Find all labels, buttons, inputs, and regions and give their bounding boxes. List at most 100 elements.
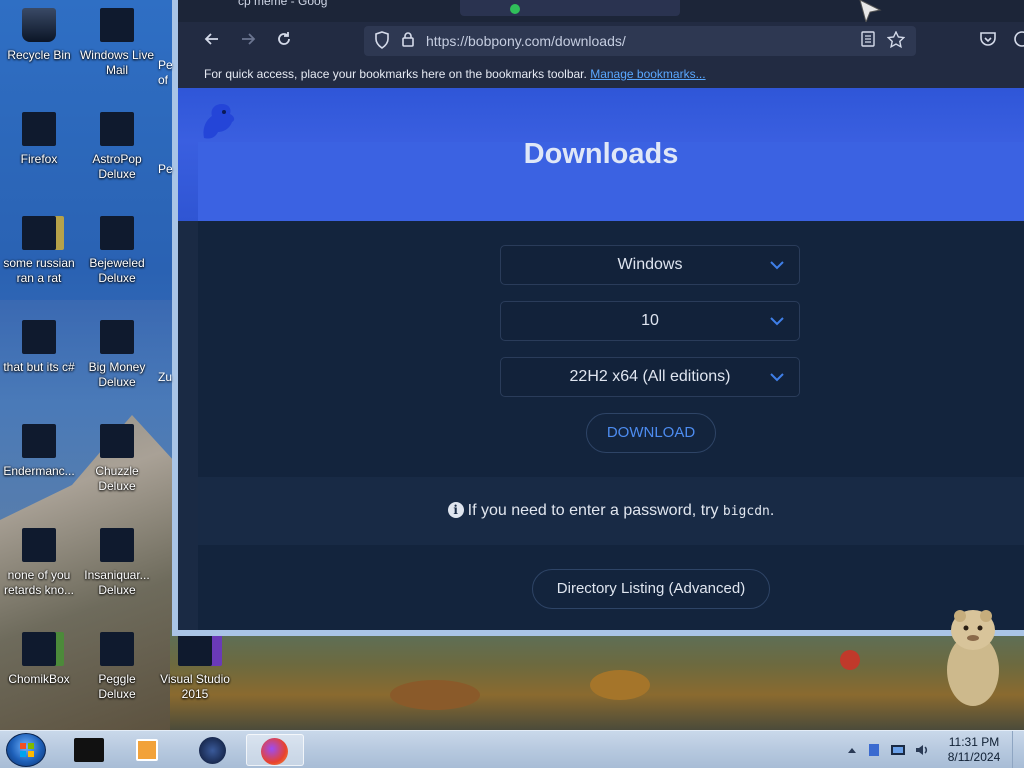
start-button[interactable] bbox=[6, 733, 46, 767]
chevron-down-icon bbox=[770, 373, 784, 382]
partial-desktop-label: Pe of bbox=[158, 58, 173, 87]
wallpaper-grass-patch bbox=[590, 670, 650, 700]
desktop-icon-recycle-bin[interactable]: Recycle Bin bbox=[0, 8, 78, 63]
version-select-value: 10 bbox=[641, 312, 659, 329]
windows-logo-icon bbox=[20, 743, 34, 757]
desktop-icon-insaniquarium[interactable]: Insaniquar... Deluxe bbox=[78, 528, 156, 598]
tab-audio-icon bbox=[510, 4, 520, 14]
pocket-button[interactable] bbox=[976, 30, 1000, 52]
navigation-bar: https://bobpony.com/downloads/ bbox=[178, 22, 1024, 60]
tab-title-fragment[interactable]: cp meme - Goog bbox=[238, 0, 327, 8]
desktop-icon-label: Recycle Bin bbox=[7, 48, 71, 62]
file-icon bbox=[22, 216, 56, 250]
clock-time: 11:31 PM bbox=[948, 735, 1000, 749]
reload-button[interactable] bbox=[272, 30, 296, 52]
reader-view-icon[interactable] bbox=[858, 31, 878, 51]
app-icon bbox=[22, 424, 56, 458]
mail-icon bbox=[100, 8, 134, 42]
forward-button[interactable] bbox=[236, 30, 260, 52]
desktop-icon-astropop[interactable]: AstroPop Deluxe bbox=[78, 112, 156, 182]
wallpaper-flower bbox=[840, 650, 860, 670]
account-button[interactable] bbox=[1010, 30, 1024, 52]
desktop-icon-chomikbox[interactable]: ChomikBox bbox=[0, 632, 78, 687]
desktop-icon-label: Visual Studio 2015 bbox=[160, 672, 230, 701]
game-icon bbox=[100, 424, 134, 458]
directory-listing-button[interactable]: Directory Listing (Advanced) bbox=[532, 569, 770, 609]
taskbar-media-player[interactable] bbox=[120, 734, 174, 766]
desktop-icon-windows-live-mail[interactable]: Windows Live Mail bbox=[78, 8, 156, 78]
desktop-icon-russian-rat[interactable]: some russian ran a rat bbox=[0, 216, 78, 286]
desktop-icon-label: none of you retards kno... bbox=[3, 568, 75, 597]
browser-icon bbox=[22, 528, 56, 562]
desktop-icon-big-money[interactable]: Big Money Deluxe bbox=[78, 320, 156, 390]
lock-icon[interactable] bbox=[398, 31, 418, 51]
password-info-text: i If you need to enter a password, try bi… bbox=[198, 502, 1024, 520]
password-value: bigcdn bbox=[722, 504, 770, 519]
desktop-icon-bejeweled[interactable]: Bejeweled Deluxe bbox=[78, 216, 156, 286]
desktop-icon-label: that but its c# bbox=[3, 360, 75, 374]
desktop-icon-label: Big Money Deluxe bbox=[88, 360, 146, 389]
password-info-band: i If you need to enter a password, try bi… bbox=[198, 477, 1024, 545]
volume-icon[interactable] bbox=[914, 742, 930, 758]
desktop-icon-endermanch[interactable]: Endermanc... bbox=[0, 424, 78, 479]
folder-icon bbox=[22, 320, 56, 354]
app-box-icon bbox=[74, 738, 104, 762]
manage-bookmarks-link[interactable]: Manage bookmarks... bbox=[590, 67, 705, 81]
partial-desktop-label: Zu bbox=[158, 370, 173, 384]
chevron-down-icon bbox=[770, 261, 784, 270]
wallpaper-grass-patch bbox=[390, 680, 480, 710]
desktop-icon-chuzzle[interactable]: Chuzzle Deluxe bbox=[78, 424, 156, 494]
page-title: Downloads bbox=[523, 138, 679, 170]
bookmarks-toolbar: For quick access, place your bookmarks h… bbox=[178, 60, 1024, 88]
back-button[interactable] bbox=[200, 30, 224, 52]
firefox-icon bbox=[22, 112, 56, 146]
desktop-icon-label: Peggle Deluxe bbox=[98, 672, 136, 701]
taskbar-globe-app[interactable] bbox=[186, 734, 240, 766]
browser-window[interactable]: cp meme - Goog https://bobpony.com/downl… bbox=[172, 0, 1024, 636]
os-select-value: Windows bbox=[617, 256, 683, 273]
tab-strip: cp meme - Goog bbox=[178, 0, 1024, 22]
desktop-icon-label: Endermanc... bbox=[3, 464, 75, 478]
app-icon bbox=[22, 632, 56, 666]
desktop-icon-none-of-you[interactable]: none of you retards kno... bbox=[0, 528, 78, 598]
desktop-icon-label: ChomikBox bbox=[8, 672, 70, 686]
desktop-icon-label: Bejeweled Deluxe bbox=[89, 256, 145, 285]
recycle-bin-icon bbox=[22, 8, 56, 42]
action-center-icon[interactable] bbox=[866, 742, 882, 758]
network-icon[interactable] bbox=[890, 742, 906, 758]
download-button[interactable]: DOWNLOAD bbox=[586, 413, 716, 453]
show-desktop-button[interactable] bbox=[1012, 731, 1024, 768]
taskbar-app-dark-box[interactable] bbox=[62, 734, 116, 766]
taskbar: 11:31 PM 8/11/2024 bbox=[0, 730, 1024, 768]
desktop-icon-label: some russian ran a rat bbox=[3, 256, 75, 285]
desktop-icon-peggle[interactable]: Peggle Deluxe bbox=[78, 632, 156, 702]
build-select[interactable]: 22H2 x64 (All editions) bbox=[500, 357, 800, 397]
hamster-sticker-icon bbox=[947, 610, 999, 706]
cursor-icon bbox=[859, 0, 882, 22]
os-select[interactable]: Windows bbox=[500, 245, 800, 285]
desktop-icon-firefox[interactable]: Firefox bbox=[0, 112, 78, 167]
arrow-left-icon bbox=[204, 33, 218, 45]
shield-icon[interactable] bbox=[372, 31, 392, 51]
desktop-icon-label: Insaniquar... Deluxe bbox=[84, 568, 150, 597]
build-select-value: 22H2 x64 (All editions) bbox=[569, 368, 731, 385]
game-icon bbox=[100, 528, 134, 562]
desktop-icon-label: Windows Live Mail bbox=[79, 48, 155, 77]
chevron-down-icon bbox=[770, 317, 784, 326]
desktop-icon-label: AstroPop Deluxe bbox=[92, 152, 142, 181]
pony-mascot-icon bbox=[203, 104, 235, 139]
game-icon bbox=[100, 112, 134, 146]
system-clock[interactable]: 11:31 PM 8/11/2024 bbox=[944, 735, 1004, 765]
url-bar[interactable]: https://bobpony.com/downloads/ bbox=[364, 26, 916, 56]
game-icon bbox=[100, 216, 134, 250]
desktop-icon-visual-studio[interactable]: Visual Studio 2015 bbox=[156, 632, 234, 702]
show-hidden-icons-icon[interactable] bbox=[844, 742, 860, 758]
url-text[interactable]: https://bobpony.com/downloads/ bbox=[426, 33, 626, 49]
taskbar-firefox[interactable] bbox=[246, 734, 304, 766]
bookmark-star-icon[interactable] bbox=[886, 30, 906, 51]
desktop-icon-label: Firefox bbox=[20, 152, 58, 166]
desktop-icon-that-but-csharp[interactable]: that but its c# bbox=[0, 320, 78, 375]
tab-indicator bbox=[460, 0, 680, 16]
version-select[interactable]: 10 bbox=[500, 301, 800, 341]
desktop-icon-label: Chuzzle Deluxe bbox=[95, 464, 139, 493]
